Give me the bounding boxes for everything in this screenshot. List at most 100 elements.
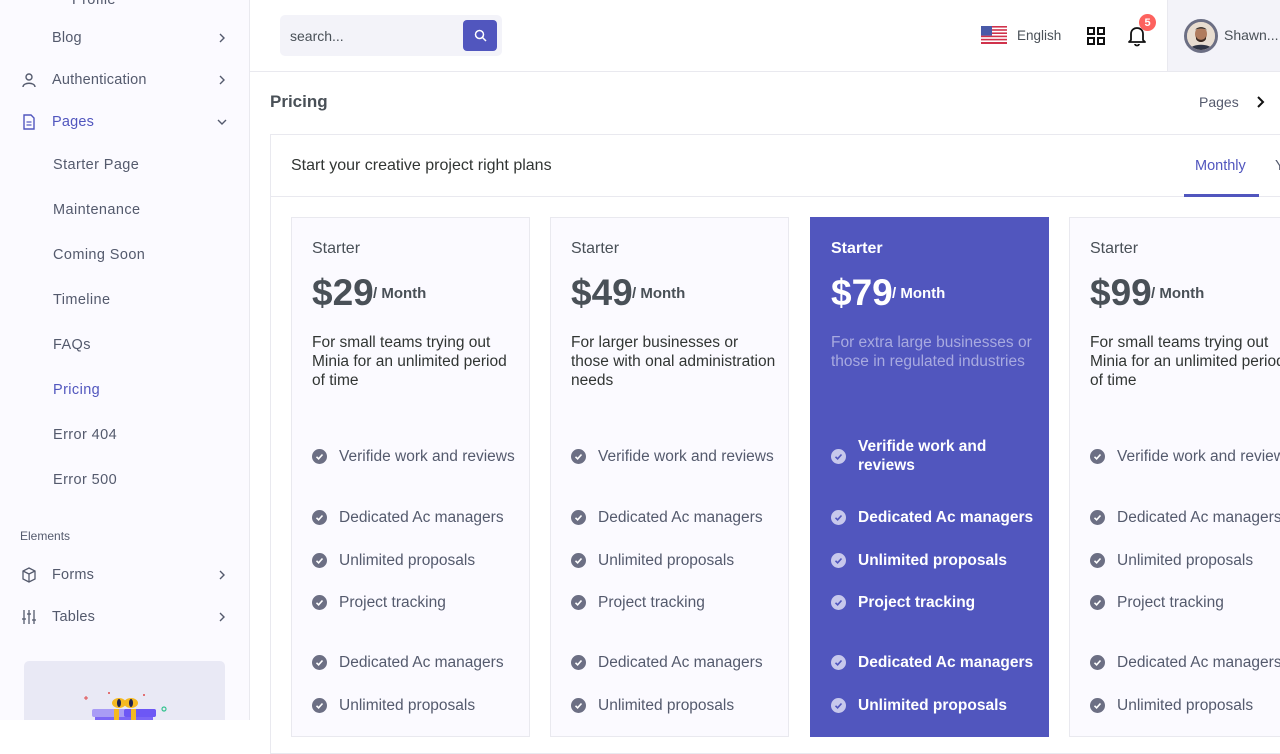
plan-name: Starter	[571, 240, 620, 257]
check-circle-icon	[1090, 553, 1105, 568]
plan-feature-text: Verifide work and reviews	[598, 447, 774, 465]
plan-price: $99	[1090, 272, 1152, 313]
apps-grid-icon[interactable]	[1087, 27, 1105, 45]
sidebar-subitem-starter-page[interactable]: Starter Page	[53, 157, 139, 173]
sidebar-item-label: Tables	[52, 609, 96, 625]
plan-feature-text: Unlimited proposals	[598, 697, 735, 714]
plan-feature: Unlimited proposals	[571, 696, 786, 715]
plan-name: Starter	[831, 240, 883, 257]
pricing-plan: Starter $99/ Month For small teams trying …	[1069, 217, 1280, 737]
check-circle-icon	[571, 595, 586, 610]
sidebar-subitem-timeline[interactable]: Timeline	[53, 292, 110, 308]
sidebar-item-label: Pages	[52, 114, 95, 130]
plan-feature: Unlimited proposals	[312, 551, 527, 570]
file-text-icon	[20, 113, 38, 131]
plan-feature: Unlimited proposals	[831, 551, 1046, 570]
plan-feature: Verifide work and reviews	[1090, 437, 1280, 475]
sidebar-subitem-maintenance[interactable]: Maintenance	[53, 202, 140, 218]
check-circle-icon	[831, 553, 846, 568]
sidebar-subitem-error-500[interactable]: Error 500	[53, 472, 117, 488]
plan-feature-text: Project tracking	[858, 594, 976, 611]
tab-yearly[interactable]: Yearly	[1275, 158, 1280, 174]
plan-feature-text: Project tracking	[339, 594, 446, 611]
card-title: Start your creative project right plans	[291, 157, 552, 174]
sidebar-item-profile[interactable]: Profile	[72, 0, 116, 8]
sidebar-subitem-coming-soon[interactable]: Coming Soon	[53, 247, 145, 263]
plan-feature-text: Project tracking	[598, 594, 705, 611]
plan-description: For small teams trying out Minia for an …	[312, 334, 507, 389]
plan-feature-text: Verifide work and reviews	[339, 447, 515, 465]
plan-feature-text: Unlimited proposals	[1117, 697, 1254, 714]
language-label: English	[1017, 27, 1062, 43]
sidebar-subitem-error-404[interactable]: Error 404	[53, 427, 117, 443]
check-circle-icon	[312, 509, 327, 525]
pricing-plan: Starter $49/ Month For larger businesses o…	[550, 217, 789, 737]
check-circle-icon	[571, 654, 586, 670]
search-input[interactable]	[280, 15, 460, 56]
search-icon	[474, 29, 487, 42]
plan-description: For small teams trying out Minia for an …	[1090, 334, 1280, 389]
breadcrumb-item[interactable]: Pages	[1199, 94, 1239, 110]
check-circle-icon	[312, 595, 327, 610]
plan-period: / Month	[1151, 285, 1205, 302]
plan-feature-text: Unlimited proposals	[858, 552, 1007, 569]
sidebar: Profile Blog Authentication Pages Starte…	[0, 0, 250, 720]
us-flag-icon	[981, 26, 1007, 44]
plan-feature-text: Verifide work and reviews	[858, 438, 987, 474]
plan-price: $79	[831, 272, 893, 313]
plan-feature-text: Dedicated Ac managers	[339, 508, 504, 526]
page-title: Pricing	[270, 92, 328, 111]
sidebar-item-forms[interactable]: Forms	[0, 557, 249, 593]
plan-feature: Dedicated Ac managers	[571, 498, 786, 536]
sidebar-item-authentication[interactable]: Authentication	[0, 62, 249, 98]
plan-feature: Dedicated Ac managers	[831, 643, 1046, 681]
check-circle-icon	[312, 448, 327, 464]
plan-feature-text: Unlimited proposals	[858, 697, 1007, 714]
pricing-plan: Starter $79/ Month For extra large busines…	[810, 217, 1049, 737]
plan-feature: Project tracking	[312, 593, 527, 612]
plan-feature-text: Project tracking	[1117, 594, 1224, 611]
plan-feature-text: Dedicated Ac managers	[598, 653, 763, 671]
plan-period: / Month	[373, 285, 427, 302]
check-circle-icon	[831, 509, 846, 525]
check-circle-icon	[312, 654, 327, 670]
menu-section-title: Elements	[20, 529, 71, 543]
check-circle-icon	[571, 698, 586, 713]
chevron-right-icon	[1256, 96, 1265, 108]
check-circle-icon	[831, 448, 846, 464]
active-tab-indicator	[1184, 194, 1259, 197]
sidebar-item-tables[interactable]: Tables	[0, 599, 249, 635]
plan-price: $29	[312, 272, 374, 313]
sidebar-item-blog[interactable]: Blog	[0, 20, 249, 56]
plan-feature: Unlimited proposals	[571, 551, 786, 570]
sidebar-item-pages[interactable]: Pages	[0, 104, 249, 140]
plan-feature-text: Dedicated Ac managers	[858, 508, 1034, 526]
user-name: Shawn...	[1224, 27, 1279, 43]
plan-feature-text: Dedicated Ac managers	[1117, 508, 1280, 526]
check-circle-icon	[1090, 448, 1105, 464]
gift-icon	[84, 692, 167, 720]
plan-feature: Project tracking	[1090, 593, 1280, 612]
plan-feature: Unlimited proposals	[1090, 696, 1280, 715]
plan-feature: Project tracking	[831, 593, 1046, 612]
avatar	[1184, 19, 1218, 53]
plan-price: $49	[571, 272, 633, 313]
tab-monthly[interactable]: Monthly	[1195, 158, 1246, 174]
plan-description: For extra large businesses or those in r…	[831, 334, 1032, 370]
check-circle-icon	[1090, 698, 1105, 713]
search-button[interactable]	[463, 20, 497, 51]
plan-feature: Dedicated Ac managers	[1090, 643, 1280, 681]
sidebar-item-label: Blog	[52, 30, 82, 46]
user-menu[interactable]: Shawn...	[1167, 0, 1280, 71]
user-icon	[20, 71, 38, 89]
plan-feature: Unlimited proposals	[312, 696, 527, 715]
sidebar-subitem-faqs[interactable]: FAQs	[53, 337, 91, 353]
chevron-down-icon	[217, 119, 227, 125]
sidebar-subitem-pricing[interactable]: Pricing	[53, 382, 100, 398]
chevron-right-icon	[219, 570, 225, 580]
sidebar-item-label: Authentication	[52, 72, 147, 88]
language-selector[interactable]: English	[981, 26, 1061, 44]
check-circle-icon	[1090, 595, 1105, 610]
plan-period: / Month	[632, 285, 686, 302]
breadcrumb: Pages	[1199, 94, 1267, 110]
